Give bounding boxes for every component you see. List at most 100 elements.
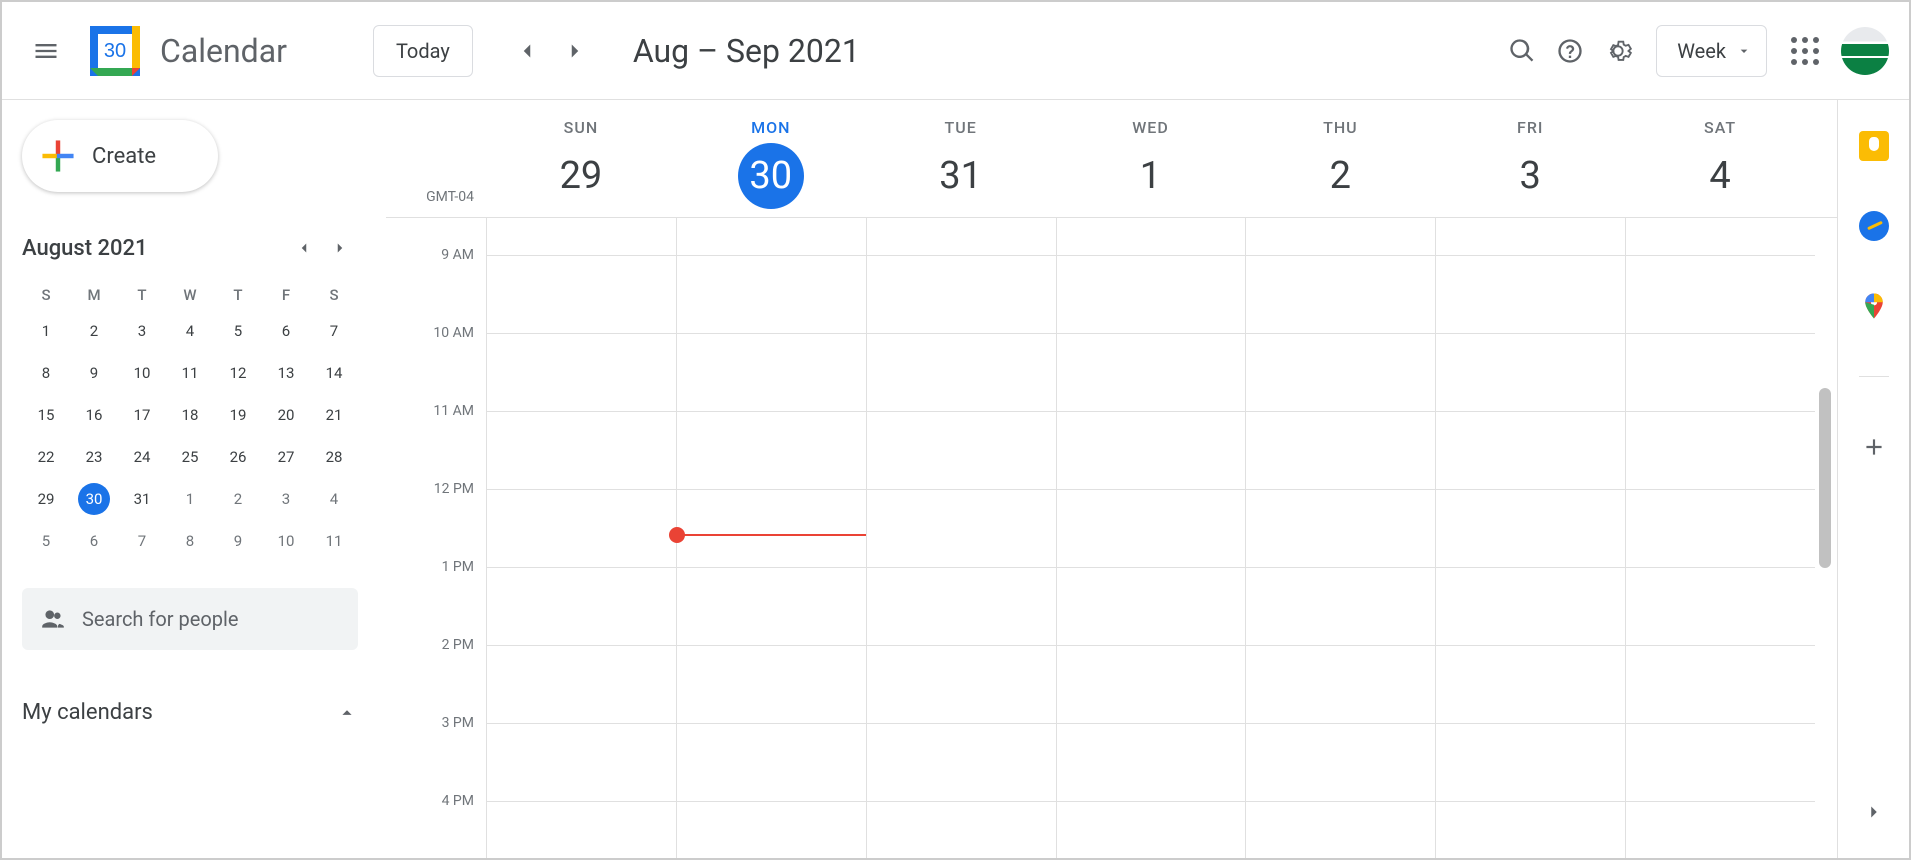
day-header[interactable]: MON30 [676, 118, 866, 209]
mini-calendar-day[interactable]: 2 [214, 482, 262, 516]
mini-calendar-day[interactable]: 2 [70, 314, 118, 348]
day-of-week-label: TUE [945, 118, 977, 137]
view-selector[interactable]: Week [1656, 25, 1767, 77]
day-number: 3 [1497, 143, 1563, 209]
mini-calendar-day[interactable]: 19 [214, 398, 262, 432]
mini-calendar-day[interactable]: 31 [118, 482, 166, 516]
next-week-button[interactable] [551, 27, 599, 75]
view-selector-label: Week [1677, 39, 1726, 63]
mini-calendar-day[interactable]: 8 [166, 524, 214, 558]
search-icon[interactable] [1498, 27, 1546, 75]
chevron-down-icon [1736, 43, 1752, 59]
get-addons-button[interactable] [1854, 427, 1894, 467]
app-title: Calendar [160, 32, 287, 70]
plus-icon [38, 136, 78, 176]
mini-calendar-day[interactable]: 26 [214, 440, 262, 474]
search-people-input[interactable]: Search for people [22, 588, 358, 650]
mini-calendar-day[interactable]: 14 [310, 356, 358, 390]
mini-dow-label: F [262, 286, 310, 304]
day-number: 31 [928, 143, 994, 209]
mini-calendar-day[interactable]: 16 [70, 398, 118, 432]
day-header[interactable]: SUN29 [486, 118, 676, 209]
mini-calendar-day[interactable]: 30 [70, 482, 118, 516]
mini-calendar-day[interactable]: 10 [118, 356, 166, 390]
day-header[interactable]: TUE 31 [866, 118, 1056, 209]
day-header[interactable]: SAT4 [1625, 118, 1815, 209]
day-number: 1 [1117, 143, 1183, 209]
create-button-label: Create [92, 144, 156, 169]
help-icon[interactable] [1546, 27, 1594, 75]
mini-calendar-day[interactable]: 24 [118, 440, 166, 474]
mini-calendar-day[interactable]: 8 [22, 356, 70, 390]
mini-calendar-day[interactable]: 9 [70, 356, 118, 390]
mini-calendar-day[interactable]: 17 [118, 398, 166, 432]
mini-dow-label: S [310, 286, 358, 304]
mini-calendar-day[interactable]: 6 [70, 524, 118, 558]
calendar-logo-icon: 30 [88, 24, 142, 78]
mini-calendar-day[interactable]: 3 [118, 314, 166, 348]
mini-calendar-day[interactable]: 1 [166, 482, 214, 516]
my-calendars-label: My calendars [22, 700, 336, 725]
maps-addon-icon[interactable] [1854, 286, 1894, 326]
svg-text:30: 30 [104, 40, 126, 62]
mini-calendar-day[interactable]: 23 [70, 440, 118, 474]
mini-calendar-day[interactable]: 15 [22, 398, 70, 432]
mini-calendar-day[interactable]: 13 [262, 356, 310, 390]
mini-dow-label: S [22, 286, 70, 304]
mini-next-month-button[interactable] [322, 230, 358, 266]
mini-calendar-day[interactable]: 9 [214, 524, 262, 558]
search-people-placeholder: Search for people [82, 607, 238, 631]
chevron-up-icon [336, 702, 358, 724]
mini-dow-label: W [166, 286, 214, 304]
mini-calendar-day[interactable]: 7 [118, 524, 166, 558]
main-menu-button[interactable] [22, 27, 70, 75]
today-button[interactable]: Today [373, 25, 473, 77]
my-calendars-toggle[interactable]: My calendars [22, 700, 358, 725]
mini-calendar-day[interactable]: 29 [22, 482, 70, 516]
mini-calendar-day[interactable]: 11 [310, 524, 358, 558]
prev-week-button[interactable] [503, 27, 551, 75]
hour-label: 12 PM [434, 481, 474, 497]
calendar-grid[interactable]: GMT-04 SUN29MON30TUE31WED1THU2FRI3SAT4 9… [386, 100, 1837, 858]
mini-calendar-day[interactable]: 7 [310, 314, 358, 348]
day-of-week-label: SAT [1704, 118, 1736, 137]
mini-calendar-day[interactable]: 11 [166, 356, 214, 390]
mini-calendar-day[interactable]: 4 [166, 314, 214, 348]
day-of-week-label: THU [1323, 118, 1358, 137]
settings-gear-icon[interactable] [1594, 27, 1642, 75]
now-indicator [676, 534, 866, 536]
mini-calendar-day[interactable]: 5 [214, 314, 262, 348]
account-avatar[interactable] [1841, 27, 1889, 75]
mini-calendar-day[interactable]: 20 [262, 398, 310, 432]
mini-calendar-day[interactable]: 5 [22, 524, 70, 558]
mini-calendar-day[interactable]: 3 [262, 482, 310, 516]
hide-side-panel-button[interactable] [1854, 792, 1894, 832]
mini-calendar-day[interactable]: 27 [262, 440, 310, 474]
tasks-addon-icon[interactable] [1854, 206, 1894, 246]
day-header[interactable]: FRI3 [1435, 118, 1625, 209]
day-header[interactable]: WED1 [1056, 118, 1246, 209]
mini-calendar-day[interactable]: 18 [166, 398, 214, 432]
mini-calendar-day[interactable]: 21 [310, 398, 358, 432]
mini-dow-label: M [70, 286, 118, 304]
people-icon [40, 606, 66, 632]
mini-calendar-day[interactable]: 4 [310, 482, 358, 516]
mini-calendar-day[interactable]: 6 [262, 314, 310, 348]
day-header[interactable]: THU2 [1245, 118, 1435, 209]
mini-calendar-day[interactable]: 22 [22, 440, 70, 474]
hour-label: 3 PM [442, 715, 474, 731]
day-of-week-label: MON [751, 118, 790, 137]
mini-calendar-day[interactable]: 1 [22, 314, 70, 348]
mini-calendar-day[interactable]: 10 [262, 524, 310, 558]
mini-calendar-day[interactable]: 12 [214, 356, 262, 390]
hour-label: 2 PM [442, 637, 474, 653]
mini-calendar-day[interactable]: 25 [166, 440, 214, 474]
hour-label: 1 PM [442, 559, 474, 575]
scrollbar[interactable] [1819, 388, 1831, 568]
day-number: 29 [548, 143, 614, 209]
mini-calendar-day[interactable]: 28 [310, 440, 358, 474]
create-button[interactable]: Create [22, 120, 218, 192]
keep-addon-icon[interactable] [1854, 126, 1894, 166]
mini-prev-month-button[interactable] [286, 230, 322, 266]
google-apps-icon[interactable] [1781, 27, 1829, 75]
